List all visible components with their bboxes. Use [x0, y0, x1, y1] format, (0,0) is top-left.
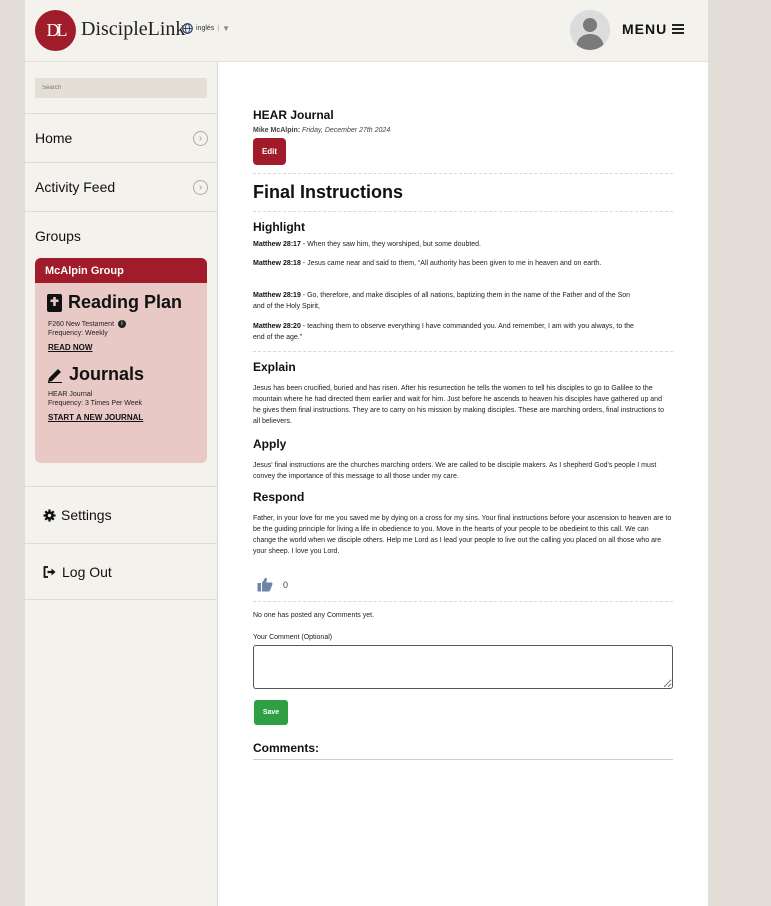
- verse-ref[interactable]: Matthew 28:19: [253, 292, 301, 299]
- settings-link[interactable]: Settings: [25, 486, 218, 543]
- hamburger-icon: [672, 24, 685, 34]
- language-separator: |: [217, 25, 220, 32]
- reading-plan-title: Reading Plan: [68, 292, 183, 312]
- comment-textarea[interactable]: [253, 645, 673, 689]
- comment-label: Your Comment (Optional): [253, 634, 333, 641]
- reading-plan-heading: Reading Plan: [35, 292, 207, 313]
- verse-text: - Go, therefore, and make disciples of a…: [253, 292, 631, 310]
- thumbs-up-icon[interactable]: [257, 577, 273, 592]
- gear-icon: [43, 508, 56, 522]
- plan-name-row: F260 New Testament i: [35, 320, 207, 328]
- journals-heading: Journals: [35, 364, 207, 385]
- respond-heading: Respond: [253, 490, 305, 504]
- verse-item: Matthew 28:17 - When they saw him, they …: [253, 239, 643, 250]
- pen-icon: [48, 368, 62, 383]
- chevron-right-circle-icon: ›: [193, 131, 208, 146]
- apply-heading: Apply: [253, 437, 287, 451]
- sidebar-item-label: Activity Feed: [35, 179, 116, 195]
- verse-item: Matthew 28:20 - teaching them to observe…: [253, 321, 643, 343]
- journal-frequency: Frequency: 3 Times Per Week: [48, 400, 143, 407]
- verse-ref[interactable]: Matthew 28:17: [253, 241, 301, 248]
- entry-date: Friday, December 27th 2024: [302, 127, 391, 134]
- divider: [253, 601, 673, 602]
- verse-text: - Jesus came near and said to them, “All…: [300, 260, 602, 267]
- verse-item: Matthew 28:19 - Go, therefore, and make …: [253, 290, 643, 312]
- plan-frequency: Frequency: Weekly: [48, 330, 108, 337]
- info-icon[interactable]: i: [117, 320, 126, 328]
- start-journal-link[interactable]: START A NEW JOURNAL: [35, 413, 207, 422]
- explain-heading: Explain: [253, 360, 296, 374]
- menu-label: MENU: [622, 21, 668, 37]
- like-count: 0: [283, 579, 289, 590]
- comments-heading: Comments:: [253, 741, 320, 755]
- group-name[interactable]: McAlpin Group: [35, 258, 207, 283]
- settings-label: Settings: [61, 507, 112, 523]
- highlight-heading: Highlight: [253, 220, 305, 234]
- read-now-link[interactable]: READ NOW: [35, 343, 207, 352]
- sidebar-item-activity-feed[interactable]: Activity Feed ›: [25, 162, 218, 211]
- logo-text[interactable]: DiscipleLink: [81, 18, 185, 41]
- journal-type: HEAR Journal: [48, 391, 93, 398]
- apply-text: Jesus' final instructions are the church…: [253, 462, 657, 480]
- menu-button[interactable]: MENU: [622, 21, 685, 37]
- search-input[interactable]: [35, 78, 207, 98]
- entry-title: Final Instructions: [253, 182, 404, 202]
- verse-ref[interactable]: Matthew 28:18: [253, 260, 301, 267]
- verse-text: - When they saw him, they worshiped, but…: [300, 241, 482, 248]
- logout-link[interactable]: Log Out: [25, 543, 218, 600]
- user-avatar-icon: [570, 10, 610, 50]
- sign-out-icon: [43, 565, 56, 578]
- byline: Mike McAlpin: Friday, December 27th 2024: [253, 127, 390, 134]
- top-header: DL DiscipleLink inglés | ▼ MENU: [25, 0, 708, 62]
- divider: [253, 211, 673, 212]
- avatar[interactable]: [570, 10, 610, 50]
- verse-item: Matthew 28:18 - Jesus came near and said…: [253, 258, 643, 269]
- journal-type-heading: HEAR Journal: [253, 108, 334, 122]
- group-card: McAlpin Group Reading Plan F260 New Test…: [35, 258, 207, 463]
- divider: [253, 173, 673, 174]
- verse-ref[interactable]: Matthew 28:20: [253, 323, 301, 330]
- sidebar-item-home[interactable]: Home ›: [25, 113, 218, 162]
- verse-text: - teaching them to observe everything I …: [253, 323, 634, 341]
- edit-button[interactable]: Edit: [253, 138, 286, 165]
- sidebar-item-groups[interactable]: Groups: [25, 211, 218, 260]
- plan-name: F260 New Testament: [48, 320, 115, 328]
- save-button[interactable]: Save: [254, 700, 288, 725]
- app-window: DL DiscipleLink inglés | ▼ MENU Search H…: [25, 0, 708, 906]
- bible-icon: [47, 293, 62, 312]
- logout-label: Log Out: [62, 563, 112, 580]
- respond-text: Father, in your love for me you saved me…: [253, 515, 672, 555]
- explain-text: Jesus has been crucified, buried and has…: [253, 385, 664, 425]
- comments-divider: [253, 759, 673, 760]
- language-selector[interactable]: inglés | ▼: [182, 23, 230, 34]
- sidebar-item-label: Home: [35, 130, 73, 146]
- logo-mark[interactable]: DL: [35, 10, 76, 51]
- no-comments-text: No one has posted any Comments yet.: [253, 612, 375, 619]
- journals-title: Journals: [69, 364, 145, 384]
- sidebar: Home › Activity Feed › Groups McAlpin Gr…: [25, 62, 218, 906]
- globe-icon: [182, 23, 193, 34]
- author-name: Mike McAlpin:: [253, 127, 301, 134]
- chevron-down-icon: ▼: [222, 24, 231, 33]
- sidebar-item-label: Groups: [35, 228, 81, 244]
- like-row: 0: [257, 577, 288, 592]
- chevron-right-circle-icon: ›: [193, 180, 208, 195]
- language-label: inglés: [196, 25, 215, 32]
- divider: [253, 351, 673, 352]
